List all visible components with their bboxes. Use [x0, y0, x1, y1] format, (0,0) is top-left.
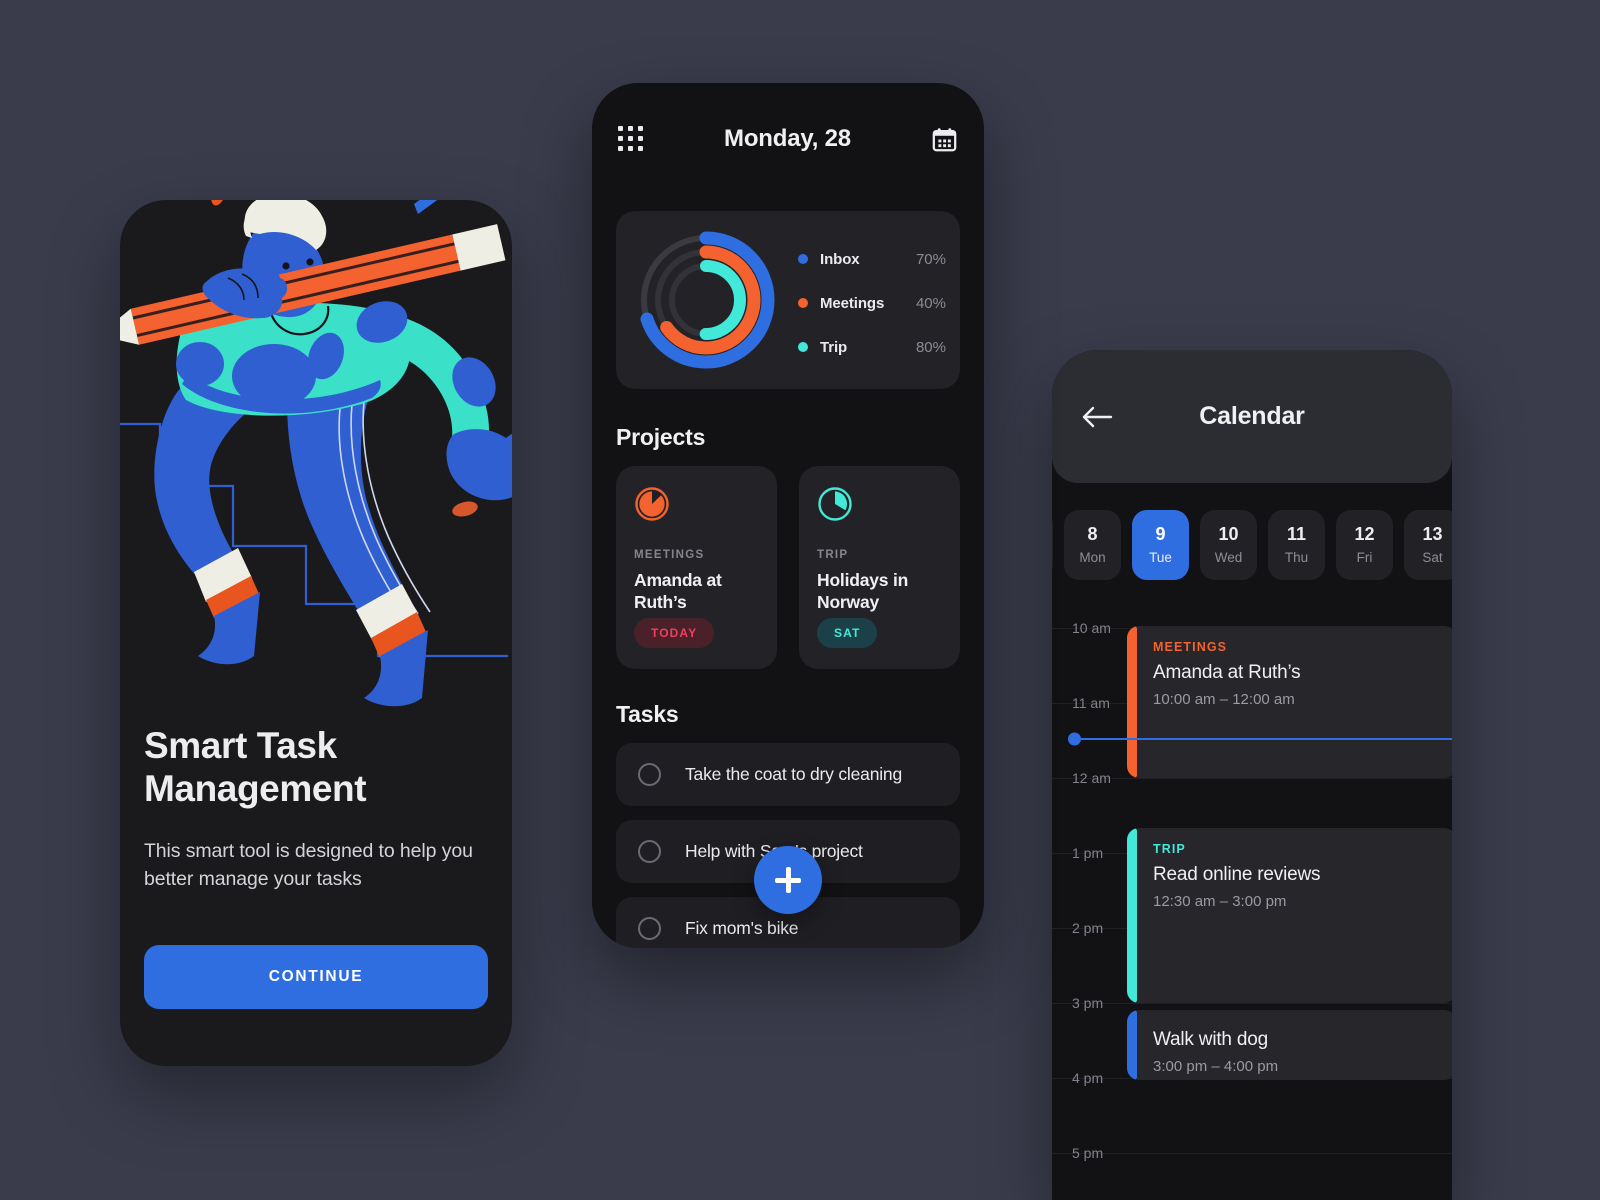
project-category: MEETINGS — [634, 549, 705, 561]
current-time-line — [1074, 738, 1452, 740]
legend-percent: 70% — [915, 250, 946, 268]
date-chip-wed[interactable]: 10 Wed — [1200, 510, 1257, 580]
progress-stats-card: Inbox 70% Meetings 40% Trip 80% — [616, 211, 960, 389]
calendar-timeline: 10 am 11 am 12 am 1 pm 2 pm 3 pm 4 pm 5 … — [1052, 600, 1452, 1200]
task-label: Fix mom's bike — [685, 918, 799, 938]
date-weekday: Tue — [1149, 549, 1172, 565]
project-card-meetings[interactable]: MEETINGS Amanda at Ruth’s TODAY — [616, 466, 777, 669]
project-card-trip[interactable]: TRIP Holidays in Norway SAT — [799, 466, 960, 669]
hour-label: 10 am — [1072, 620, 1111, 636]
dashboard-screen: Monday, 28 Inbox 70% Meetings 40% Trip 8… — [592, 83, 984, 948]
onboarding-screen: Smart Task Management This smart tool is… — [120, 200, 512, 1066]
back-arrow-icon[interactable] — [1080, 405, 1114, 429]
legend-item: Inbox 70% — [798, 244, 946, 274]
event-category: TRIP — [1153, 842, 1186, 856]
hour-label: 11 am — [1072, 695, 1110, 711]
pie-chart-icon — [818, 487, 852, 521]
calendar-header: Calendar — [1052, 350, 1452, 483]
legend-color-dot — [798, 342, 808, 352]
calendar-event-walk[interactable]: Walk with dog 3:00 pm – 4:00 pm — [1127, 1010, 1452, 1080]
projects-section-title: Projects — [616, 424, 706, 450]
event-time: 10:00 am – 12:00 am — [1153, 691, 1295, 708]
calendar-screen: 7 Sun 8 Mon 9 Tue 10 Wed 11 Thu — [1052, 350, 1452, 1200]
progress-donut-chart — [637, 231, 775, 369]
hour-label: 3 pm — [1072, 995, 1104, 1011]
onboarding-illustration — [120, 200, 512, 760]
tasks-section-title: Tasks — [616, 701, 679, 727]
pie-chart-icon — [635, 487, 669, 521]
task-checkbox[interactable] — [638, 917, 661, 940]
date-chip-thu[interactable]: 11 Thu — [1268, 510, 1325, 580]
date-chip-mon[interactable]: 8 Mon — [1064, 510, 1121, 580]
projects-list: MEETINGS Amanda at Ruth’s TODAY TRIP Hol… — [616, 466, 960, 669]
event-name: Amanda at Ruth’s — [1153, 662, 1301, 683]
task-checkbox[interactable] — [638, 763, 661, 786]
date-number: 11 — [1286, 524, 1307, 545]
date-number: 8 — [1087, 524, 1098, 545]
date-weekday: Fri — [1356, 549, 1373, 565]
event-time: 12:30 am – 3:00 pm — [1153, 893, 1287, 910]
date-weekday: Mon — [1079, 549, 1106, 565]
event-color-bar — [1127, 828, 1137, 1003]
hour-label: 1 pm — [1072, 845, 1104, 861]
legend-item: Trip 80% — [798, 332, 946, 362]
continue-button[interactable]: CONTINUE — [144, 945, 488, 1009]
legend-label: Trip — [820, 338, 848, 356]
calendar-event-trip[interactable]: TRIP Read online reviews 12:30 am – 3:00… — [1127, 828, 1452, 1003]
legend-percent: 40% — [915, 294, 946, 312]
dashboard-date-title: Monday, 28 — [724, 125, 851, 152]
legend-label: Meetings — [820, 294, 885, 312]
event-name: Read online reviews — [1153, 864, 1321, 885]
date-number: 9 — [1155, 524, 1166, 545]
calendar-page-title: Calendar — [1199, 402, 1305, 430]
calendar-event-meetings[interactable]: MEETINGS Amanda at Ruth’s 10:00 am – 12:… — [1127, 626, 1452, 778]
legend-color-dot — [798, 254, 808, 264]
dashboard-header: Monday, 28 — [592, 83, 984, 195]
legend-color-dot — [798, 298, 808, 308]
date-number: 13 — [1422, 524, 1443, 545]
grid-menu-icon[interactable] — [618, 126, 644, 152]
calendar-icon[interactable] — [931, 126, 958, 153]
date-chip-tue-selected[interactable]: 9 Tue — [1132, 510, 1189, 580]
task-checkbox[interactable] — [638, 840, 661, 863]
progress-legend: Inbox 70% Meetings 40% Trip 80% — [798, 244, 946, 362]
project-name: Amanda at Ruth’s — [634, 570, 722, 612]
project-badge: TODAY — [634, 618, 715, 648]
date-number: 10 — [1218, 524, 1239, 545]
hour-label: 2 pm — [1072, 920, 1104, 936]
project-category: TRIP — [817, 549, 849, 561]
event-color-bar — [1127, 626, 1137, 778]
page-subtitle: This smart tool is designed to help you … — [144, 839, 473, 891]
hour-label: 12 am — [1072, 770, 1111, 786]
legend-item: Meetings 40% — [798, 288, 946, 318]
continue-button-label: CONTINUE — [268, 968, 364, 985]
onboarding-copy: Smart Task Management This smart tool is… — [144, 725, 488, 893]
event-color-bar — [1127, 1010, 1137, 1080]
date-chip-sat[interactable]: 13 Sat — [1404, 510, 1452, 580]
wallpaper-background: Smart Task Management This smart tool is… — [0, 0, 1600, 1200]
date-chip-fri[interactable]: 12 Fri — [1336, 510, 1393, 580]
date-chip-sun[interactable]: 7 Sun — [1052, 510, 1053, 580]
task-label: Take the coat to dry cleaning — [685, 764, 902, 784]
person-carrying-pencil-illustration — [120, 200, 512, 707]
hour-label: 5 pm — [1072, 1145, 1104, 1161]
current-time-dot — [1068, 732, 1081, 746]
date-weekday: Thu — [1284, 549, 1309, 565]
event-time: 3:00 pm – 4:00 pm — [1153, 1058, 1279, 1075]
project-name: Holidays in Norway — [817, 570, 909, 612]
hour-label: 4 pm — [1072, 1070, 1104, 1086]
add-task-fab[interactable] — [754, 846, 822, 914]
project-badge: SAT — [817, 618, 878, 648]
legend-percent: 80% — [915, 338, 946, 356]
legend-label: Inbox — [820, 250, 860, 268]
event-name: Walk with dog — [1153, 1029, 1268, 1050]
date-number: 12 — [1354, 524, 1375, 545]
event-category: MEETINGS — [1153, 640, 1228, 654]
date-strip[interactable]: 7 Sun 8 Mon 9 Tue 10 Wed 11 Thu — [1052, 510, 1452, 582]
page-title: Smart Task Management — [144, 725, 367, 809]
task-item[interactable]: Take the coat to dry cleaning — [616, 743, 960, 806]
date-weekday: Wed — [1214, 549, 1243, 565]
date-weekday: Sat — [1422, 549, 1443, 565]
